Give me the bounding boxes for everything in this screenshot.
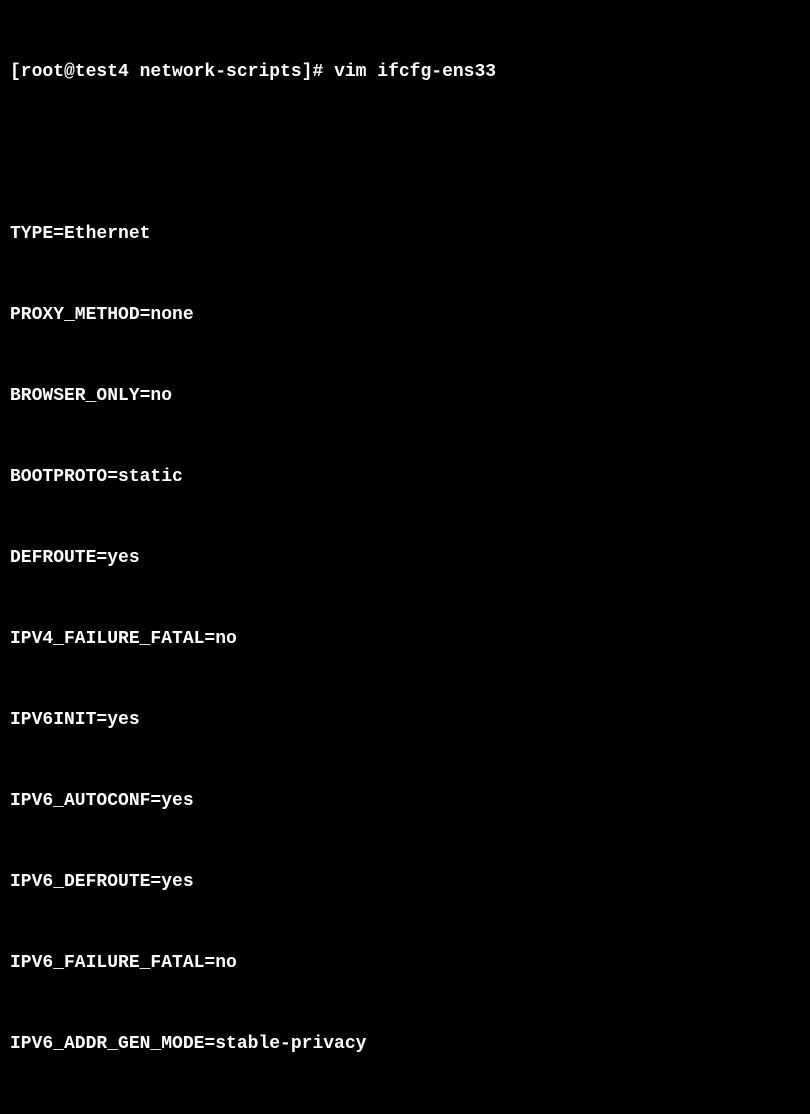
config-line: PROXY_METHOD=none: [10, 302, 800, 329]
config-line: IPV4_FAILURE_FATAL=no: [10, 626, 800, 653]
terminal[interactable]: [root@test4 network-scripts]# vim ifcfg-…: [10, 5, 800, 1114]
shell-prompt: [root@test4 network-scripts]#: [10, 62, 334, 82]
config-line: TYPE=Ethernet: [10, 221, 800, 248]
config-line: IPV6_FAILURE_FATAL=no: [10, 950, 800, 977]
config-line: IPV6_DEFROUTE=yes: [10, 869, 800, 896]
config-line: IPV6_AUTOCONF=yes: [10, 788, 800, 815]
file-content: TYPE=Ethernet PROXY_METHOD=none BROWSER_…: [10, 167, 800, 1114]
config-line: NAME=ens33: [10, 1112, 800, 1114]
config-line: BOOTPROTO=static: [10, 464, 800, 491]
config-line: IPV6_ADDR_GEN_MODE=stable-privacy: [10, 1031, 800, 1058]
config-line: DEFROUTE=yes: [10, 545, 800, 572]
config-line: IPV6INIT=yes: [10, 707, 800, 734]
shell-prompt-line: [root@test4 network-scripts]# vim ifcfg-…: [10, 59, 800, 86]
shell-command: vim ifcfg-ens33: [334, 62, 496, 82]
config-line: BROWSER_ONLY=no: [10, 383, 800, 410]
